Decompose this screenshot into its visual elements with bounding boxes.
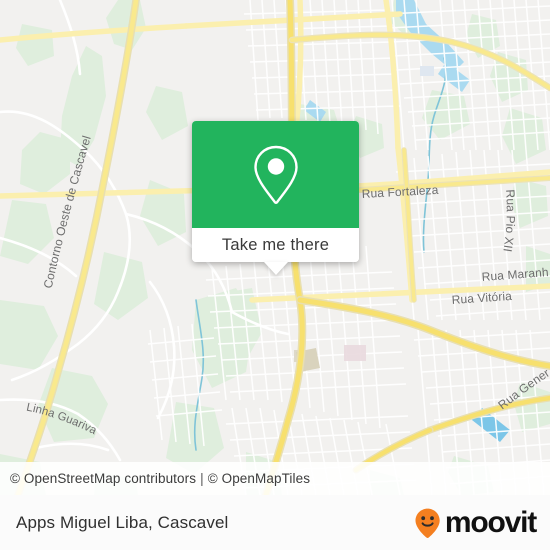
popup-icon-area (192, 121, 359, 228)
attribution-tiles-link[interactable]: © OpenMapTiles (208, 471, 310, 486)
page-title: Apps Miguel Liba, Cascavel (16, 512, 229, 532)
moovit-wordmark: moovit (444, 505, 537, 539)
footer-bar: Apps Miguel Liba, Cascavel moovit (0, 495, 550, 550)
attribution-separator: | (200, 471, 204, 486)
attribution-osm-link[interactable]: © OpenStreetMap contributors (10, 471, 196, 486)
location-popup-card[interactable]: Take me there (192, 121, 359, 275)
take-me-there-label: Take me there (221, 235, 330, 254)
take-me-there-button[interactable]: Take me there (192, 228, 359, 262)
moovit-pin-icon (415, 508, 440, 538)
map-attribution-bar: © OpenStreetMap contributors | © OpenMap… (0, 462, 550, 495)
map-screen: Contorno Oeste de Cascavel Linha Guariva… (0, 0, 550, 550)
popup-pointer-tail (263, 262, 288, 275)
moovit-logo[interactable]: moovit (413, 505, 537, 539)
map-pin-icon (253, 145, 298, 204)
